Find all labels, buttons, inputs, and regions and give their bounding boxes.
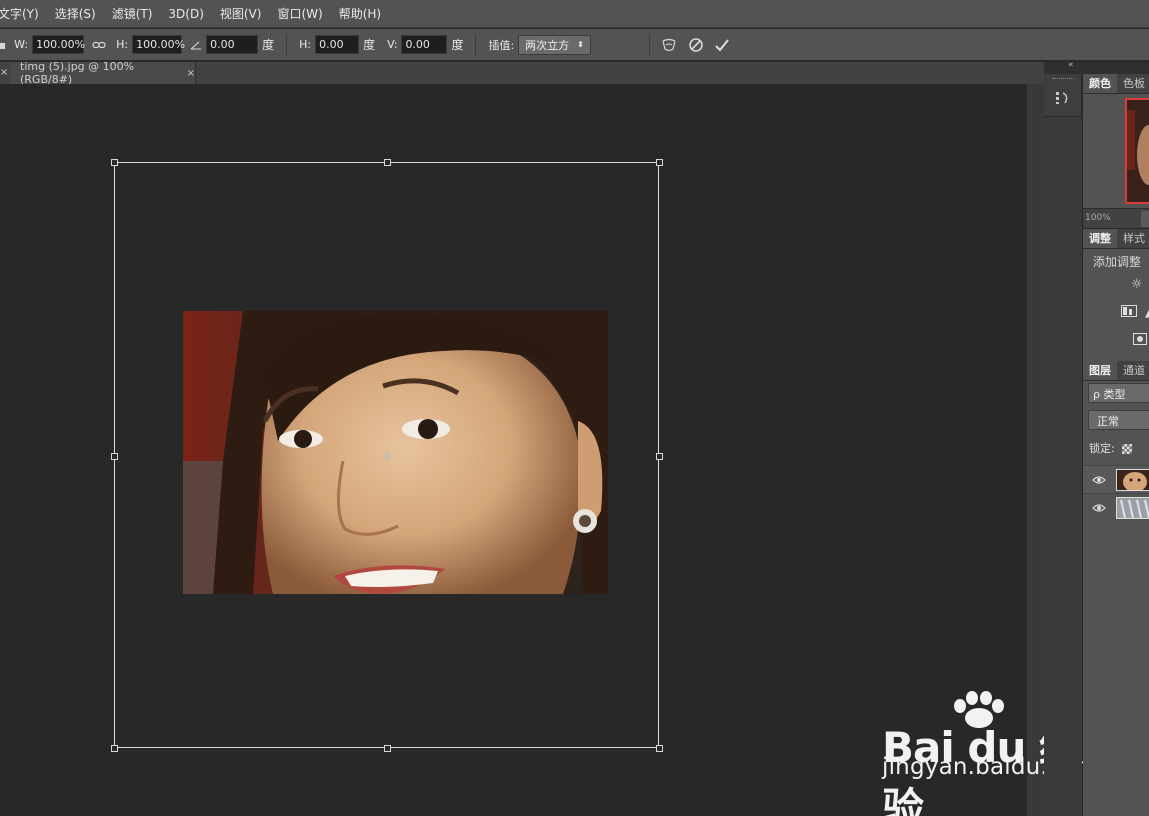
menu-window[interactable]: 窗口(W) — [269, 0, 330, 28]
menu-bar: 文字(Y) 选择(S) 滤镜(T) 3D(D) 视图(V) 窗口(W) 帮助(H… — [0, 0, 1149, 28]
width-field[interactable]: 100.00% — [32, 35, 85, 54]
skew-v-field[interactable]: 0.00 — [401, 35, 448, 54]
tab-close-left-icon[interactable]: × — [0, 62, 10, 84]
panel-icon-strip-lower — [1044, 116, 1082, 816]
reference-point-crosshair-icon[interactable] — [381, 450, 393, 462]
angle-unit: 度 — [262, 38, 275, 52]
close-icon[interactable]: × — [187, 68, 195, 79]
menu-help[interactable]: 帮助(H) — [331, 0, 389, 28]
levels-icon[interactable] — [1121, 305, 1137, 321]
color-panel: 颜色 色板 — [1083, 74, 1149, 208]
menu-type[interactable]: 文字(Y) — [0, 0, 47, 28]
dock-collapse-bar[interactable]: « — [1044, 60, 1149, 74]
document-tab[interactable]: timg (5).jpg @ 100%(RGB/8#) × — [10, 60, 196, 86]
menu-3d[interactable]: 3D(D) — [160, 0, 211, 28]
transform-handle-tr[interactable] — [656, 159, 663, 166]
commit-check-icon[interactable] — [714, 37, 730, 53]
visibility-eye-icon[interactable] — [1091, 472, 1107, 488]
interpolation-value: 两次立方 — [525, 38, 570, 52]
skew-h-field[interactable]: 0.00 — [315, 35, 360, 54]
height-field[interactable]: 100.00% — [132, 35, 185, 54]
tab-layers[interactable]: 图层 — [1083, 361, 1117, 380]
link-icon[interactable] — [92, 40, 106, 50]
layer-thumbnail[interactable] — [1116, 469, 1149, 491]
transform-handle-mr[interactable] — [656, 453, 663, 460]
zoom-slider[interactable] — [1141, 211, 1149, 227]
navigator-preview[interactable] — [1125, 98, 1149, 204]
lock-transparent-icon[interactable] — [1122, 444, 1133, 454]
add-adjustment-title: 添加调整 — [1093, 255, 1142, 269]
skew-v-unit: 度 — [451, 38, 464, 52]
tab-color[interactable]: 颜色 — [1083, 74, 1117, 93]
layer-row[interactable] — [1083, 493, 1149, 521]
layer-thumbnail[interactable] — [1116, 497, 1149, 519]
visibility-eye-icon[interactable] — [1091, 500, 1107, 516]
transform-handle-ml[interactable] — [111, 453, 118, 460]
skew-h-label: H: — [299, 38, 312, 51]
height-label: H: — [116, 38, 129, 51]
tab-swatches[interactable]: 色板 — [1117, 74, 1149, 93]
transform-handle-tm[interactable] — [384, 159, 391, 166]
width-label: W: — [14, 38, 29, 51]
transform-handle-bl[interactable] — [111, 745, 118, 752]
photo-filter-icon[interactable] — [1133, 333, 1147, 349]
transform-handle-br[interactable] — [656, 745, 663, 752]
document-tab-title: timg (5).jpg @ 100%(RGB/8#) — [20, 60, 135, 86]
transform-handle-tl[interactable] — [111, 159, 118, 166]
navigator-zoom-bar: 100% — [1083, 208, 1149, 228]
angle-icon — [190, 40, 202, 50]
layer-filter-select[interactable]: ρ 类型 — [1088, 383, 1149, 403]
skew-v-label: V: — [387, 38, 398, 51]
document-tab-bar: × timg (5).jpg @ 100%(RGB/8#) × — [0, 60, 1044, 86]
divider — [475, 33, 477, 56]
zoom-level[interactable]: 100% — [1085, 213, 1111, 223]
tab-styles[interactable]: 样式 — [1117, 229, 1149, 248]
interpolation-label: 插值: — [488, 38, 515, 52]
tab-adjustments[interactable]: 调整 — [1083, 229, 1117, 248]
panel-icon-strip — [1044, 74, 1082, 816]
brightness-icon[interactable]: ☼ — [1131, 277, 1143, 292]
angle-field[interactable]: 0.00 — [206, 35, 259, 54]
options-bar: ▪ W: 100.00% H: 100.00% 0.00 度 H: 0.00 度… — [0, 29, 1149, 61]
cancel-icon[interactable] — [688, 37, 704, 53]
layers-panel: 图层 通道 ρ 类型 正常 锁定: — [1083, 361, 1149, 816]
lock-label: 锁定: — [1089, 442, 1115, 455]
blend-mode-select[interactable]: 正常 — [1088, 410, 1149, 430]
reference-point-icon[interactable]: ▪ — [0, 38, 6, 52]
tab-channels[interactable]: 通道 — [1117, 361, 1149, 380]
skew-h-unit: 度 — [363, 38, 376, 52]
warp-icon[interactable] — [660, 37, 678, 53]
divider — [286, 33, 288, 56]
chevron-updown-icon: ⬍ — [577, 40, 584, 49]
collapse-arrows-icon[interactable]: « — [1068, 60, 1074, 70]
menu-filter[interactable]: 滤镜(T) — [104, 0, 161, 28]
lock-row: 锁定: — [1089, 440, 1133, 456]
triangle-icon[interactable]: ◭ — [1145, 305, 1149, 320]
history-icon[interactable] — [1055, 90, 1071, 110]
interpolation-select[interactable]: 两次立方 ⬍ — [518, 34, 591, 55]
transform-handle-bm[interactable] — [384, 745, 391, 752]
menu-select[interactable]: 选择(S) — [47, 0, 104, 28]
layer-row[interactable] — [1083, 465, 1149, 493]
menu-view[interactable]: 视图(V) — [212, 0, 270, 28]
divider — [648, 33, 650, 56]
adjustments-panel: 调整 样式 添加调整 ☼ ◭ — [1083, 229, 1149, 361]
grip-icon[interactable] — [1052, 78, 1074, 80]
